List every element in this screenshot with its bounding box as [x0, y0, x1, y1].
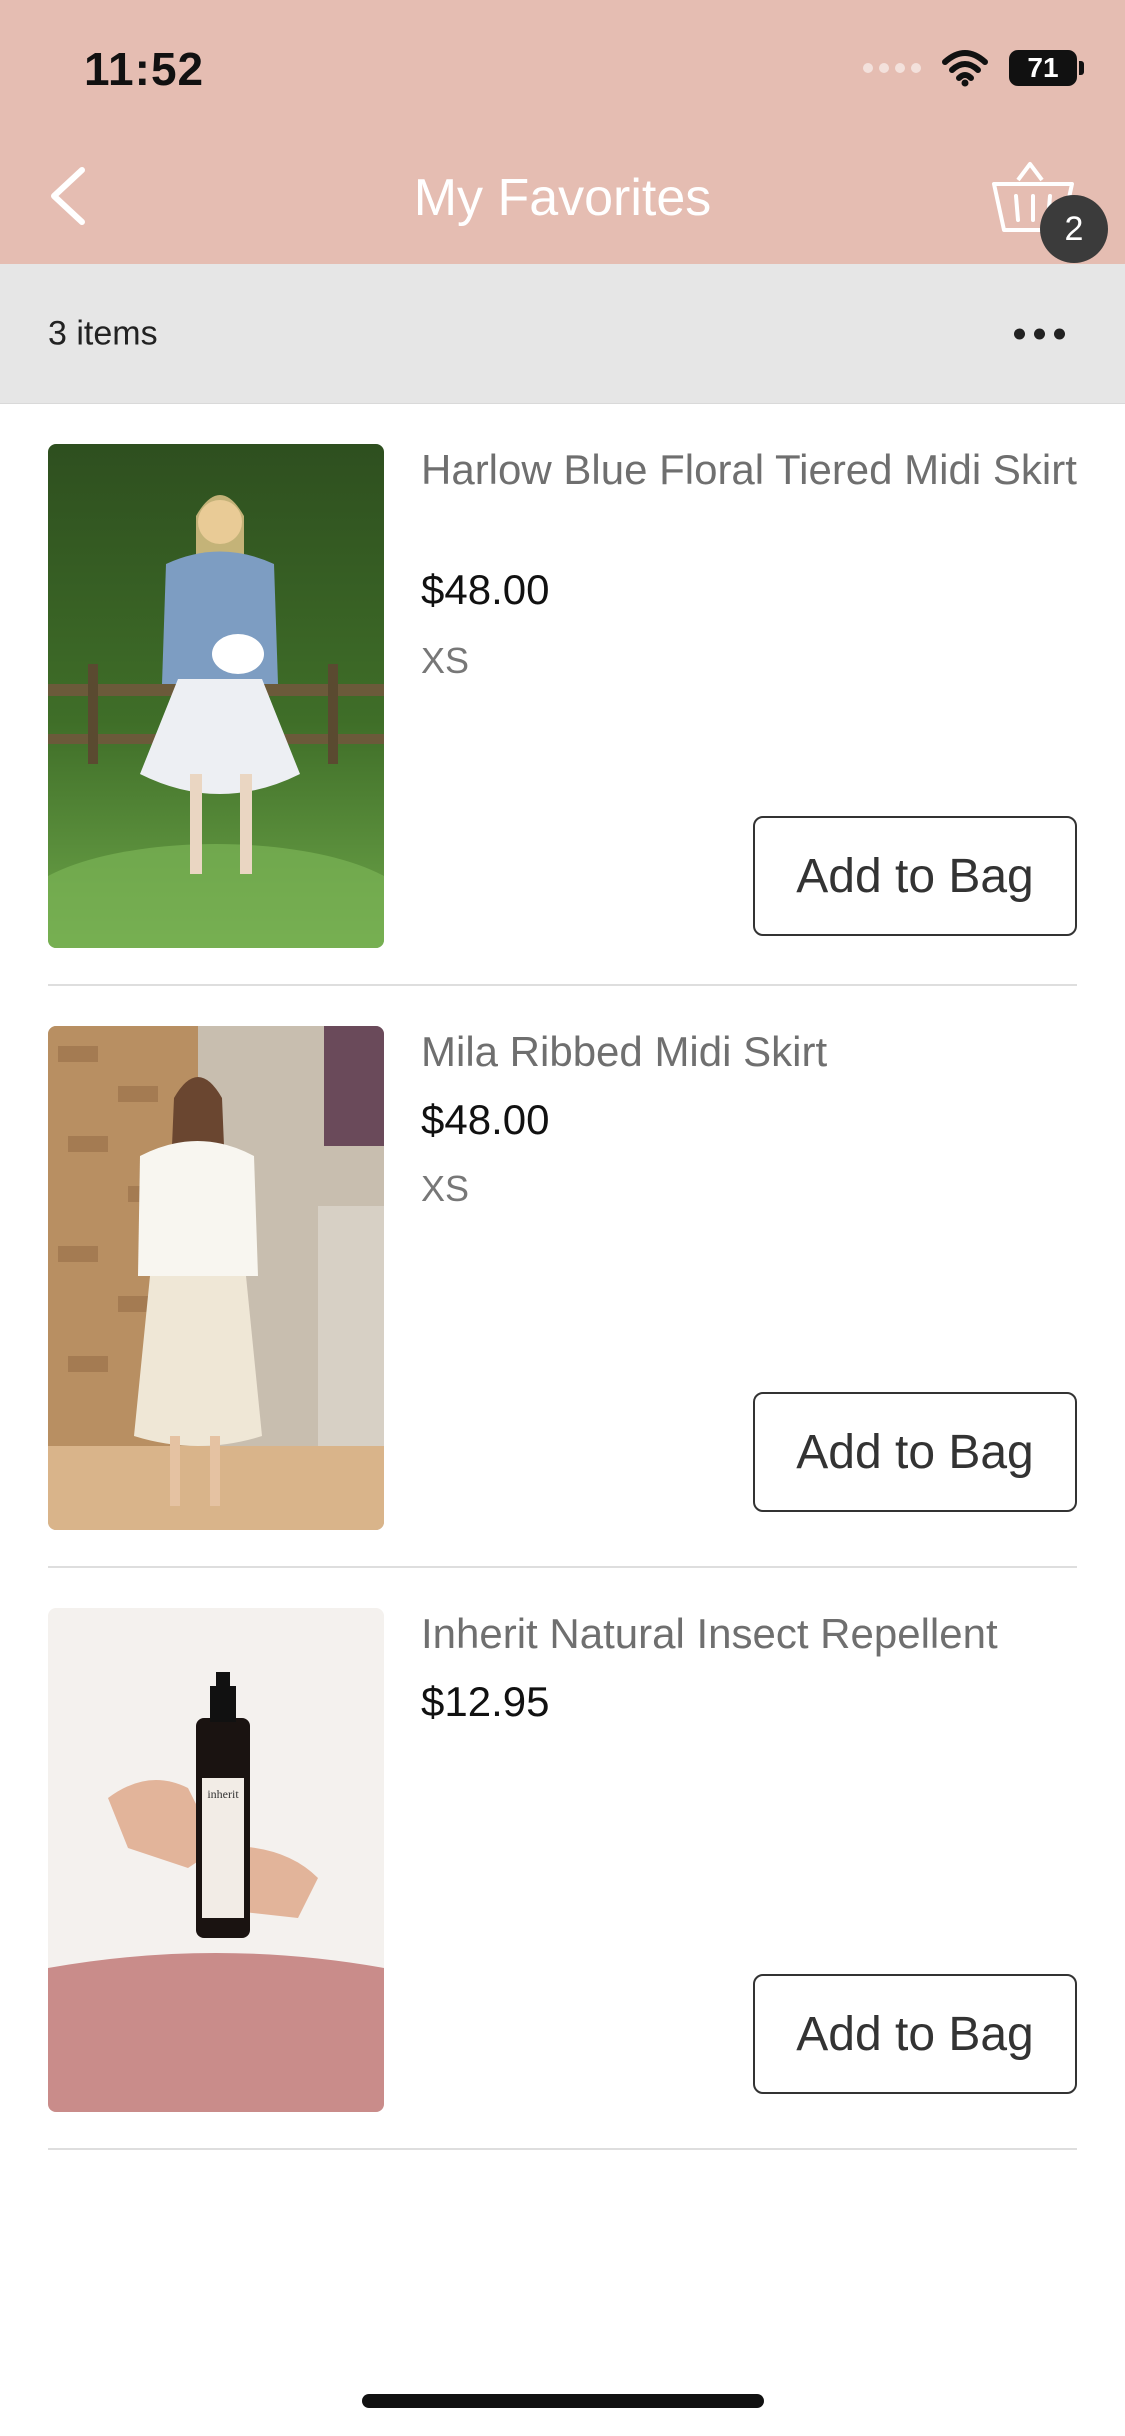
battery-level: 71 [1027, 52, 1059, 83]
product-name[interactable]: Inherit Natural Insect Repellent [421, 1608, 1081, 1660]
bag-count-badge[interactable]: 2 [1040, 195, 1108, 263]
page-title: My Favorites [413, 169, 712, 227]
more-options-icon[interactable] [1014, 328, 1065, 339]
product-image[interactable] [48, 1026, 384, 1530]
product-price: $12.95 [421, 1678, 550, 1725]
product-image[interactable] [48, 444, 384, 948]
product-name[interactable]: Harlow Blue Floral Tiered Midi Skirt [421, 444, 1081, 496]
list-item: Harlow Blue Floral Tiered Midi Skirt $48… [0, 404, 1125, 986]
wifi-icon [942, 50, 988, 87]
add-to-bag-button[interactable]: Add to Bag [753, 816, 1077, 936]
list-item: Mila Ribbed Midi Skirt $48.00 XS Add to … [0, 986, 1125, 1568]
favorites-list: Harlow Blue Floral Tiered Midi Skirt $48… [0, 404, 1125, 2150]
product-name[interactable]: Mila Ribbed Midi Skirt [421, 1026, 1081, 1078]
status-icons: 71 [863, 46, 1084, 90]
battery-icon: 71 [1009, 50, 1084, 86]
product-image[interactable]: inherit [48, 1608, 384, 2112]
list-item: inherit Inherit Natural Insect Repellent… [0, 1568, 1125, 2150]
cellular-signal-icon [863, 63, 921, 73]
status-time: 11:52 [84, 43, 205, 95]
product-price: $48.00 [421, 1096, 550, 1143]
product-size: XS [421, 1168, 470, 1209]
product-price: $48.00 [421, 566, 550, 613]
add-to-bag-button[interactable]: Add to Bag [753, 1392, 1077, 1512]
product-label-text: inherit [207, 1787, 239, 1801]
add-to-bag-button[interactable]: Add to Bag [753, 1974, 1077, 2094]
home-indicator[interactable] [362, 2394, 764, 2408]
list-toolbar: 3 items [0, 264, 1125, 404]
product-size: XS [421, 640, 470, 681]
header: 11:52 71 My Favorites 2 [0, 0, 1125, 264]
divider [48, 2148, 1077, 2150]
items-count: 3 items [48, 314, 158, 352]
